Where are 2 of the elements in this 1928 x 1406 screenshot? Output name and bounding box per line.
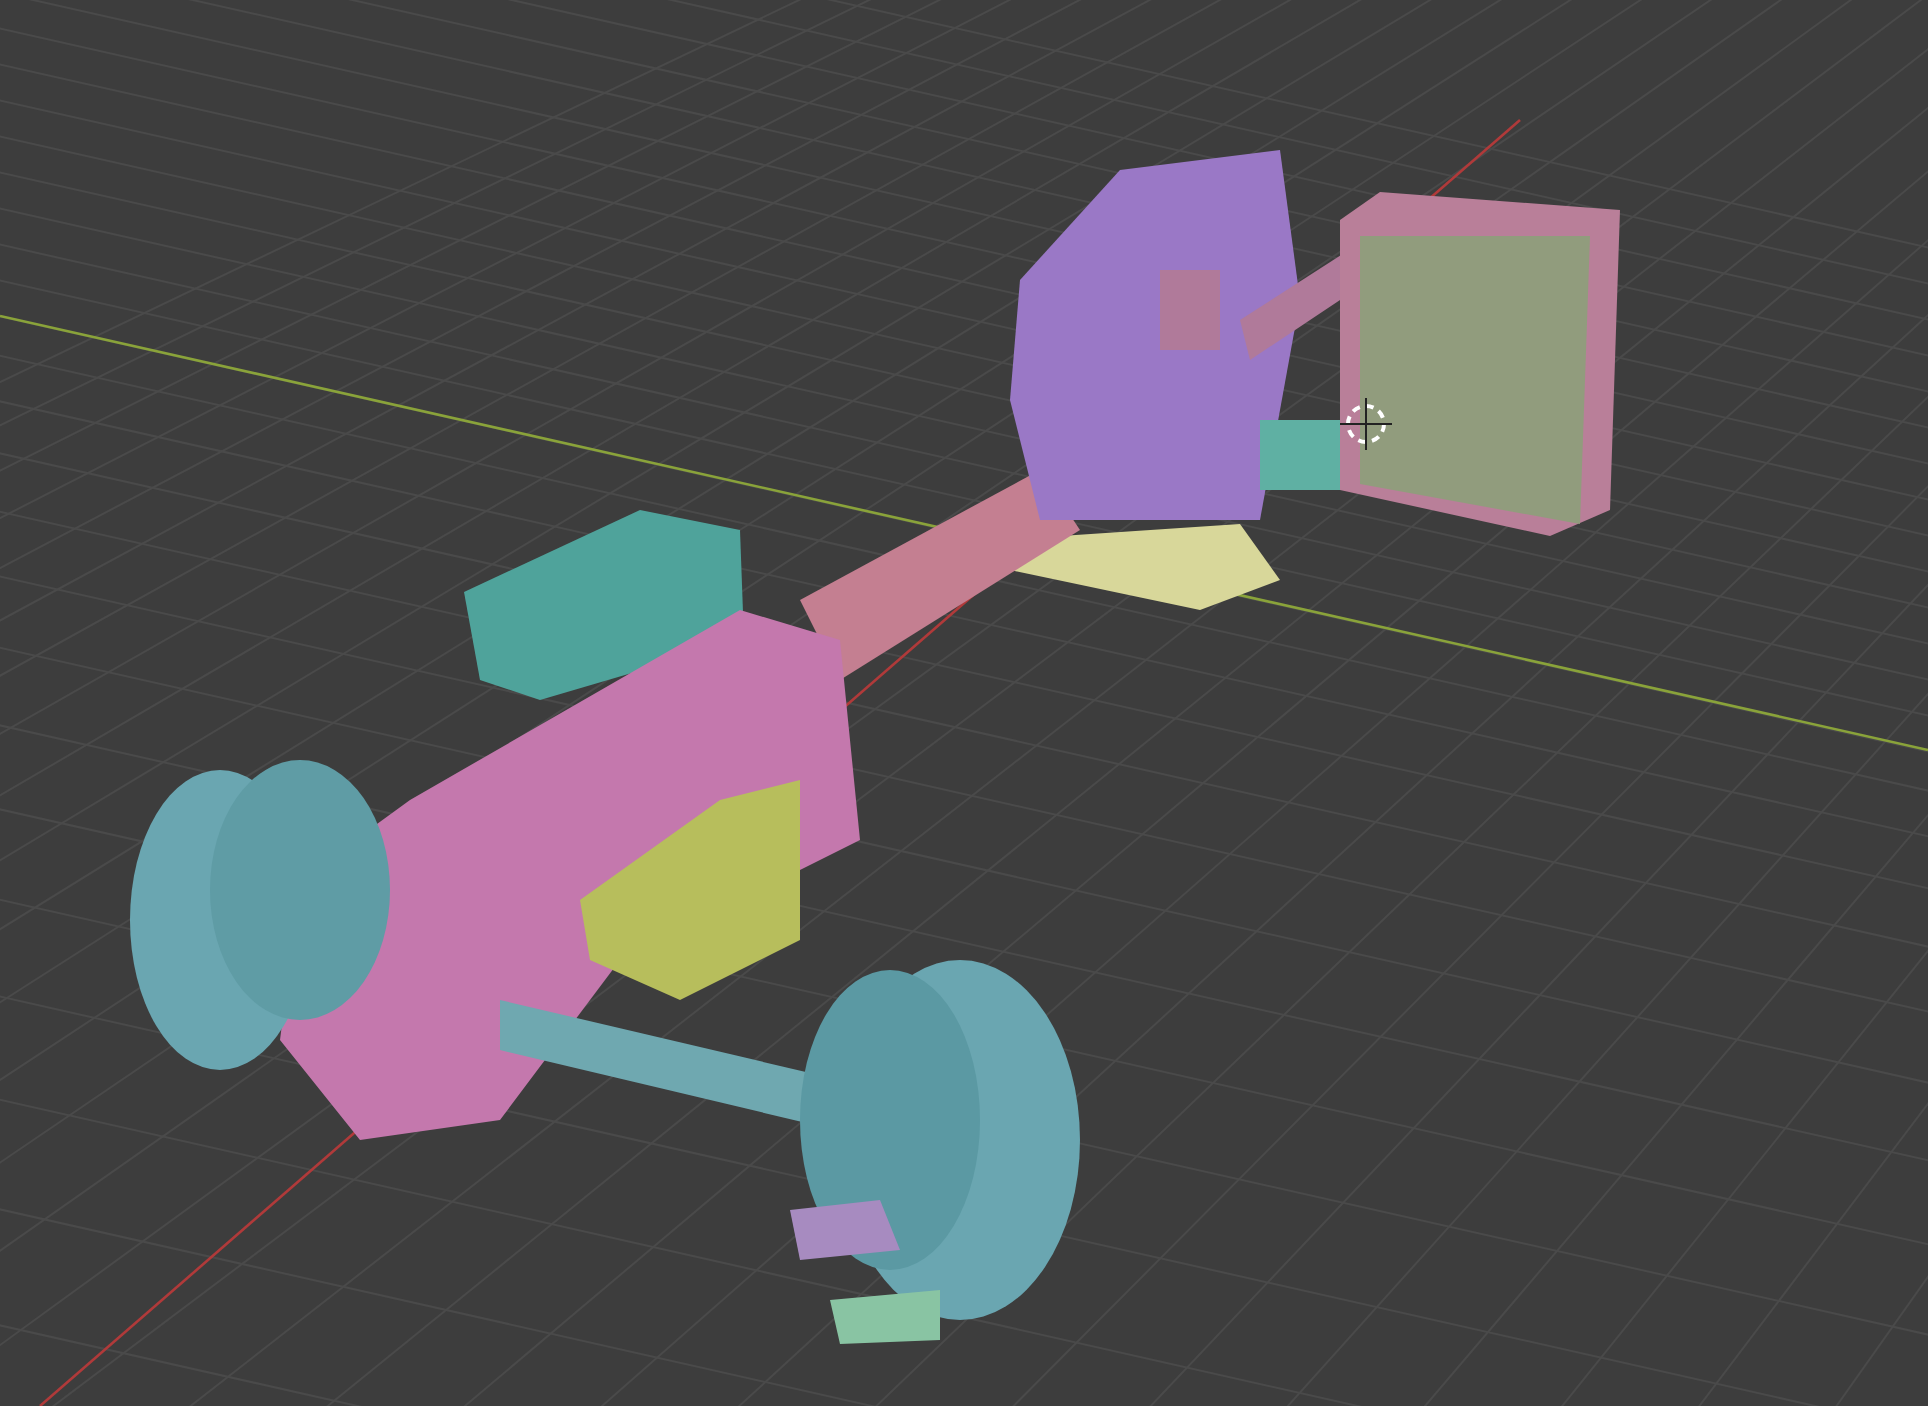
- drivetrain-model-drawing[interactable]: [130, 150, 1620, 1344]
- 3d-cursor-icon[interactable]: [1339, 397, 1393, 451]
